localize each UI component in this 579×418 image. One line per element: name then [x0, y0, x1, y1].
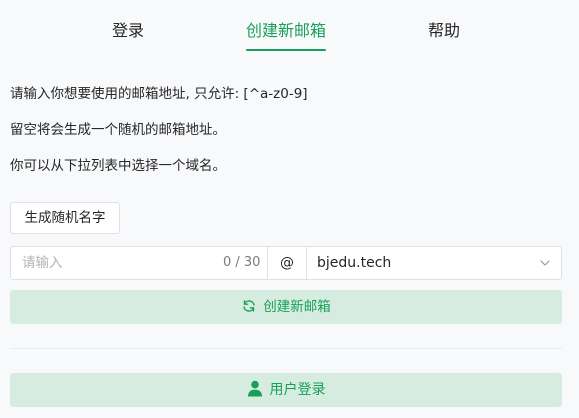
user-icon [247, 380, 262, 397]
domain-selected-value: bjedu.tech [317, 255, 392, 271]
refresh-icon [243, 300, 255, 312]
tab-login[interactable]: 登录 [112, 20, 144, 42]
generate-random-name-button[interactable]: 生成随机名字 [10, 202, 120, 234]
instruction-domain-select: 你可以从下拉列表中选择一个域名。 [10, 158, 226, 174]
tab-create-mailbox[interactable]: 创建新邮箱 [246, 20, 326, 42]
instruction-allowed-chars: 请输入你想要使用的邮箱地址, 只允许: [^a-z0-9] [10, 86, 308, 102]
tab-help[interactable]: 帮助 [428, 20, 460, 42]
user-login-label: 用户登录 [269, 382, 326, 398]
chevron-down-icon [540, 260, 550, 266]
address-input-group: 0 / 30 @ bjedu.tech [10, 246, 562, 280]
instruction-random-address: 留空将会生成一个随机的邮箱地址。 [10, 122, 226, 138]
mailbox-name-input[interactable] [11, 247, 232, 279]
divider [10, 348, 562, 349]
character-counter: 0 / 30 [223, 255, 261, 270]
tab-bar: 登录 创建新邮箱 帮助 [0, 0, 579, 54]
domain-select[interactable]: bjedu.tech [306, 247, 561, 279]
create-mailbox-label: 创建新邮箱 [263, 299, 331, 315]
user-login-button[interactable]: 用户登录 [10, 373, 562, 407]
at-symbol: @ [267, 247, 307, 279]
active-tab-indicator [246, 49, 326, 51]
create-mailbox-button[interactable]: 创建新邮箱 [10, 290, 562, 324]
